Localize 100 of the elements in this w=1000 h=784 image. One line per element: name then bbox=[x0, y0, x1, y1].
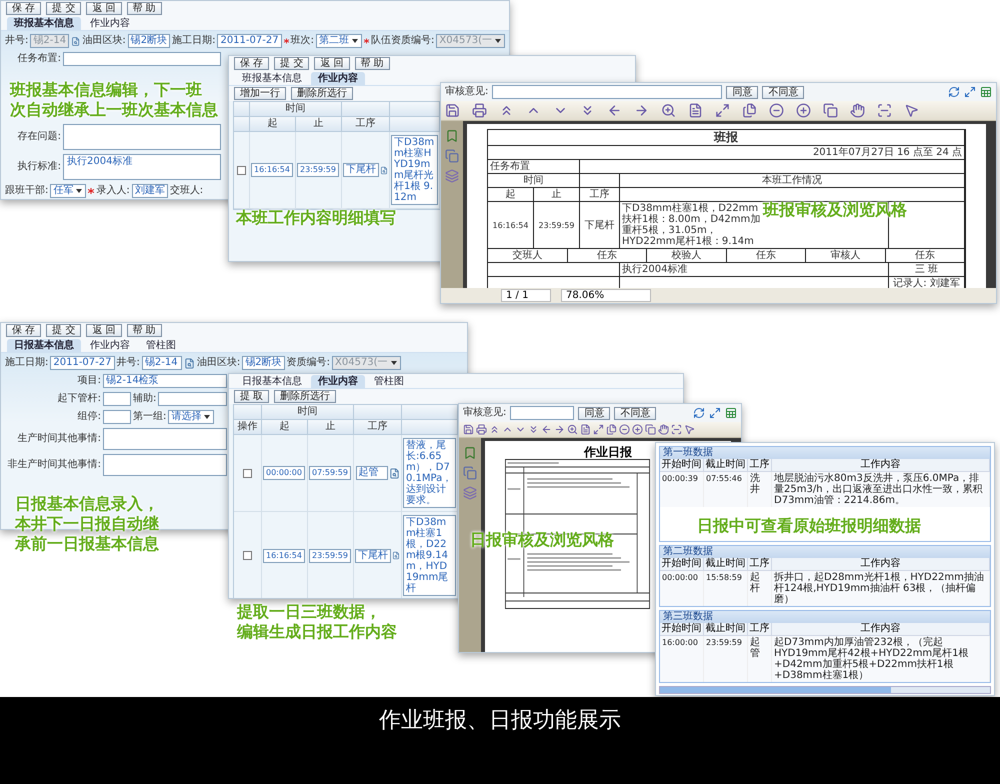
document-search-icon[interactable] bbox=[388, 468, 400, 478]
toolbar-button[interactable]: 帮 助 bbox=[354, 57, 390, 70]
page-number-field[interactable]: 1 / 1 bbox=[501, 289, 551, 302]
zoom-in-circle-icon[interactable] bbox=[632, 424, 643, 435]
toolbar-button[interactable]: 提 交 bbox=[46, 324, 82, 337]
input-field[interactable]: 锡2-14检泵 bbox=[103, 374, 227, 388]
text-area[interactable]: 执行2004标准 bbox=[63, 154, 221, 180]
input-field[interactable]: 刘建军 bbox=[132, 184, 168, 198]
tab[interactable]: 管柱图 bbox=[367, 375, 411, 388]
cursor-icon[interactable] bbox=[684, 424, 695, 435]
toolbar-button[interactable]: 保 存 bbox=[6, 2, 42, 15]
time-field[interactable]: 23:59:59 bbox=[297, 163, 339, 177]
horizontal-scrollbar[interactable] bbox=[659, 686, 991, 694]
document-search-icon[interactable] bbox=[380, 164, 388, 176]
action-button[interactable]: 删除所选行 bbox=[291, 87, 353, 100]
document-search-icon[interactable] bbox=[392, 550, 400, 561]
first-page-icon[interactable] bbox=[489, 424, 500, 435]
text-area[interactable]: 下D38mm柱塞1根，D22m根9.14m，HYD19mm尾杆 bbox=[403, 515, 456, 596]
checkbox[interactable] bbox=[237, 166, 246, 174]
cursor-icon[interactable] bbox=[904, 103, 919, 118]
time-field[interactable]: 23:59:59 bbox=[309, 548, 351, 562]
time-field[interactable]: 00:00:00 bbox=[263, 466, 305, 480]
dropdown-field[interactable]: 任军 bbox=[50, 184, 86, 198]
dropdown-field[interactable]: 第二班 bbox=[316, 34, 362, 48]
maximize-icon[interactable] bbox=[709, 407, 721, 419]
tab[interactable]: 作业内容 bbox=[83, 17, 137, 30]
review-button[interactable]: 不同意 bbox=[614, 406, 656, 420]
tab[interactable]: 班报基本信息 bbox=[7, 17, 81, 30]
input-field[interactable]: 2011-07-27 bbox=[217, 34, 282, 48]
toolbar-button[interactable]: 返 回 bbox=[86, 2, 122, 15]
checkbox[interactable] bbox=[243, 551, 252, 560]
tab[interactable]: 日报基本信息 bbox=[7, 339, 81, 352]
text-area[interactable] bbox=[63, 124, 221, 150]
maximize-icon[interactable] bbox=[964, 86, 976, 98]
tab[interactable]: 日报基本信息 bbox=[235, 375, 309, 388]
action-button[interactable]: 增加一行 bbox=[234, 87, 286, 100]
fit-page-icon[interactable] bbox=[715, 103, 730, 118]
toolbar-button[interactable]: 返 回 bbox=[314, 57, 350, 70]
zoom-in-circle-icon[interactable] bbox=[796, 103, 811, 118]
spreadsheet-icon[interactable] bbox=[725, 407, 737, 419]
input-field[interactable]: 锡2断块 bbox=[128, 34, 170, 48]
time-field[interactable]: 07:59:59 bbox=[309, 466, 351, 480]
dropdown-field[interactable]: 请选择 bbox=[168, 410, 214, 424]
zoom-out-icon[interactable] bbox=[619, 424, 630, 435]
save-icon[interactable] bbox=[463, 424, 474, 435]
text-area[interactable]: 下D38mm柱塞HYD19mm尾杆光杆1根 9.12m bbox=[391, 135, 438, 205]
save-icon[interactable] bbox=[445, 103, 460, 118]
zoom-level-field[interactable]: 78.06% bbox=[561, 289, 651, 302]
toolbar-button[interactable]: 返 回 bbox=[86, 324, 122, 337]
tab[interactable]: 作业内容 bbox=[83, 339, 137, 352]
zoom-out-icon[interactable] bbox=[769, 103, 784, 118]
input-field[interactable] bbox=[492, 85, 722, 99]
last-page-icon[interactable] bbox=[528, 424, 539, 435]
input-field[interactable] bbox=[510, 406, 574, 420]
forward-arrow-icon[interactable] bbox=[554, 424, 565, 435]
toolbar-button[interactable]: 提 交 bbox=[46, 2, 82, 15]
tab[interactable]: 作业内容 bbox=[311, 375, 365, 388]
toolbar-button[interactable]: 提 交 bbox=[274, 57, 310, 70]
refresh-icon[interactable] bbox=[693, 407, 705, 419]
toolbar-button[interactable]: 帮 助 bbox=[126, 324, 162, 337]
input-field[interactable] bbox=[103, 392, 131, 406]
table-cell: 任务布置 bbox=[488, 160, 580, 174]
refresh-icon[interactable] bbox=[948, 86, 960, 98]
time-field[interactable]: 16:16:54 bbox=[251, 163, 293, 177]
tab[interactable]: 管柱图 bbox=[139, 339, 183, 352]
fit-page-icon[interactable] bbox=[593, 424, 604, 435]
text-area[interactable] bbox=[103, 454, 227, 476]
toolbar-button[interactable]: 保 存 bbox=[234, 57, 270, 70]
input-field[interactable]: 锡2-14 bbox=[142, 356, 182, 370]
text-area[interactable] bbox=[103, 428, 227, 450]
input-field[interactable]: 下尾杆 bbox=[355, 548, 391, 562]
review-button[interactable]: 不同意 bbox=[762, 86, 804, 98]
print-icon[interactable] bbox=[476, 424, 487, 435]
input-field[interactable]: 2011-07-27 bbox=[50, 356, 114, 370]
toolbar-button[interactable]: 帮 助 bbox=[126, 2, 162, 15]
hand-icon[interactable] bbox=[850, 103, 865, 118]
checkbox[interactable] bbox=[243, 468, 252, 478]
tab[interactable]: 班报基本信息 bbox=[235, 72, 309, 85]
review-button[interactable]: 同意 bbox=[726, 86, 758, 98]
text-area[interactable]: 替液，尾长:6.65m），D70.1MPa，达到设计要求。 bbox=[403, 438, 456, 508]
action-button[interactable]: 删除所选行 bbox=[274, 390, 336, 403]
spreadsheet-icon[interactable] bbox=[980, 86, 992, 98]
input-field[interactable]: 起管 bbox=[356, 466, 388, 480]
action-button[interactable]: 提 取 bbox=[234, 390, 270, 403]
hand-icon[interactable] bbox=[658, 424, 669, 435]
input-field[interactable]: 下尾杆 bbox=[343, 163, 379, 177]
tab[interactable]: 作业内容 bbox=[311, 72, 365, 85]
input-field[interactable] bbox=[63, 52, 221, 66]
back-arrow-icon[interactable] bbox=[541, 424, 552, 435]
time-field[interactable]: 16:16:54 bbox=[263, 548, 305, 562]
zoom-in-icon[interactable] bbox=[661, 103, 676, 118]
input-field[interactable]: 锡2断块 bbox=[242, 356, 285, 370]
review-button[interactable]: 同意 bbox=[578, 406, 610, 420]
forward-arrow-icon[interactable] bbox=[634, 103, 649, 118]
zoom-in-icon[interactable] bbox=[567, 424, 578, 435]
input-field[interactable] bbox=[158, 392, 227, 406]
print-icon[interactable] bbox=[472, 103, 487, 118]
toolbar-button[interactable]: 保 存 bbox=[6, 324, 42, 337]
input-field[interactable] bbox=[103, 410, 131, 424]
document-search-icon[interactable] bbox=[184, 358, 195, 368]
